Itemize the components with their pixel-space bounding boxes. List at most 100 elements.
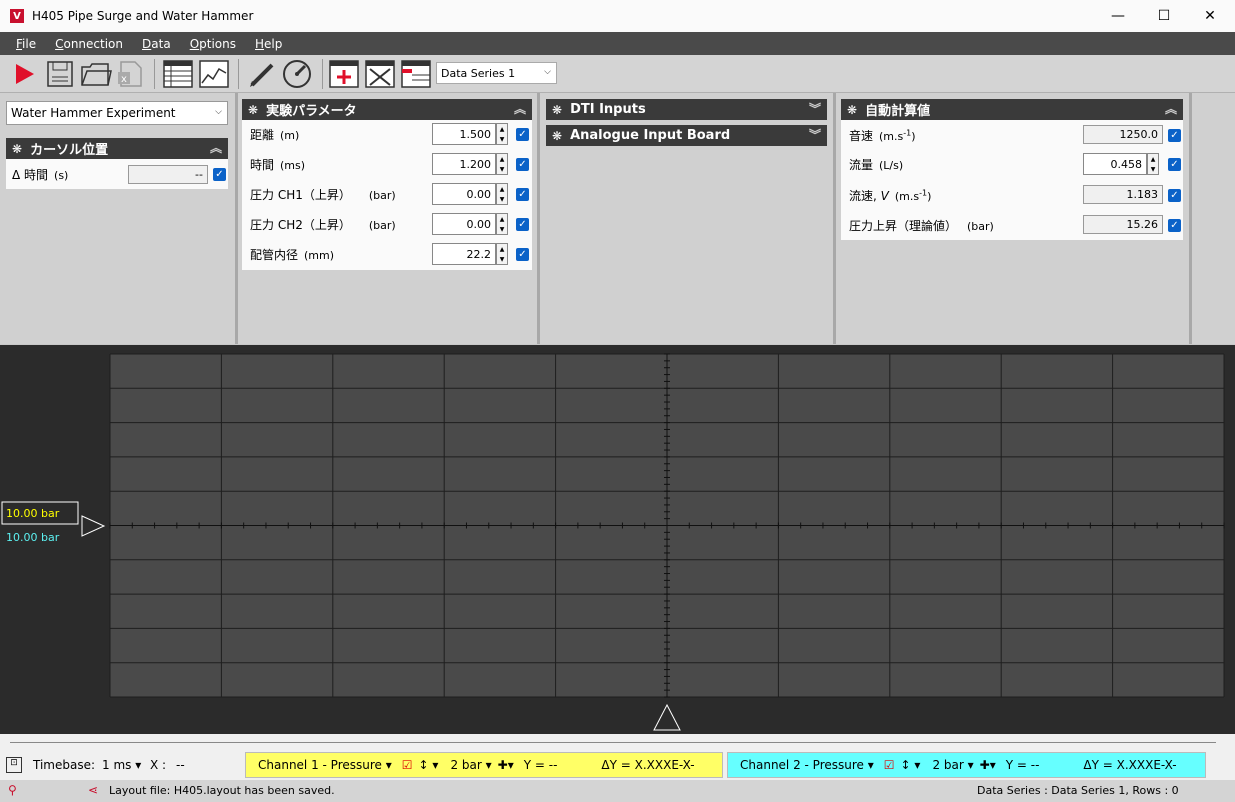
channel-1-dy-value: ΔY = X.XXXE-X- bbox=[601, 758, 695, 772]
flow-rate-checkbox[interactable]: ✓ bbox=[1168, 158, 1181, 171]
param-row-pipe-diameter: 配管内径 (mm) 22.2 ▲ ▼ ✓ bbox=[242, 242, 532, 266]
series-table-icon[interactable] bbox=[400, 58, 432, 90]
channel-1-select[interactable]: Channel 1 - Pressure ▾ bbox=[252, 758, 392, 772]
delta-time-checkbox[interactable]: ✓ bbox=[213, 168, 226, 181]
play-icon[interactable] bbox=[8, 58, 40, 90]
calc-panel-header[interactable]: ❋ 自動計算値 ︽ bbox=[841, 99, 1183, 120]
oscilloscope-plot[interactable]: 10.00 bar 10.00 bar bbox=[0, 345, 1235, 734]
channel-2-select[interactable]: Channel 2 - Pressure ▾ bbox=[734, 758, 874, 772]
right-column bbox=[1192, 93, 1235, 344]
chevron-down-icon: ⌵ bbox=[544, 67, 551, 77]
velocity-checkbox[interactable]: ✓ bbox=[1168, 189, 1181, 202]
data-series-select[interactable]: Data Series 1 ⌵ bbox=[436, 62, 557, 84]
maximize-button[interactable]: ☐ bbox=[1141, 0, 1187, 32]
cursor-panel-body: Δ 時間 (s) -- ✓ bbox=[6, 159, 228, 189]
calc-row-flow-rate: 流量 (L/s) 0.458 ▲ ▼ ✓ bbox=[841, 152, 1183, 176]
app-logo-icon: V bbox=[10, 9, 24, 23]
table-view-icon[interactable] bbox=[162, 58, 194, 90]
close-button[interactable]: ✕ bbox=[1187, 0, 1233, 32]
params-panel-header[interactable]: ❋ 実験パラメータ ︽ bbox=[242, 99, 532, 120]
edit-icon[interactable] bbox=[246, 58, 278, 90]
channel-1-scale-mode-icon[interactable]: ↕ ▾ bbox=[419, 758, 439, 772]
flow-rate-input[interactable]: 0.458 bbox=[1083, 153, 1147, 175]
collapse-icon[interactable]: ︽ bbox=[1165, 100, 1177, 117]
time-checkbox[interactable]: ✓ bbox=[516, 158, 529, 171]
trigger-marker-icon[interactable] bbox=[653, 703, 681, 731]
status-series-info: Data Series : Data Series 1, Rows : 0 bbox=[977, 784, 1179, 797]
pressure-ch2-spinner[interactable]: ▲ ▼ bbox=[496, 213, 508, 235]
svg-text:x: x bbox=[121, 74, 127, 85]
analogue-input-header[interactable]: ❋ Analogue Input Board ︾ bbox=[546, 125, 827, 146]
channel-2-cursor-icon[interactable]: ✚▾ bbox=[980, 758, 996, 772]
channel-1-cursor-icon[interactable]: ✚▾ bbox=[498, 758, 514, 772]
menu-help[interactable]: Help bbox=[255, 37, 282, 51]
expand-icon[interactable]: ︾ bbox=[809, 126, 821, 143]
chevron-down-icon: ⌵ bbox=[215, 107, 222, 117]
pressure-ch1-input[interactable]: 0.00 bbox=[432, 183, 496, 205]
pipe-diameter-checkbox[interactable]: ✓ bbox=[516, 248, 529, 261]
dti-inputs-header[interactable]: ❋ DTI Inputs ︾ bbox=[546, 99, 827, 120]
asterisk-icon: ❋ bbox=[248, 102, 259, 117]
menu-connection[interactable]: Connection bbox=[55, 37, 123, 51]
channel-1-y-value: Y = -- bbox=[523, 758, 558, 772]
calc-row-sound-speed: 音速 (m.s-1) 1250.0 ✓ bbox=[841, 123, 1183, 147]
expand-icon[interactable]: ︾ bbox=[809, 100, 821, 117]
menu-options[interactable]: Options bbox=[190, 37, 236, 51]
y-offset-marker-icon[interactable] bbox=[81, 515, 106, 537]
pipe-diameter-spinner[interactable]: ▲ ▼ bbox=[496, 243, 508, 265]
pressure-ch1-checkbox[interactable]: ✓ bbox=[516, 188, 529, 201]
calc-row-velocity: 流速, V (m.s-1) 1.183 ✓ bbox=[841, 183, 1183, 207]
channel-2-scale-mode-icon[interactable]: ↕ ▾ bbox=[901, 758, 921, 772]
param-row-pressure-ch1: 圧力 CH1（上昇） (bar) 0.00 ▲ ▼ ✓ bbox=[242, 182, 532, 206]
open-folder-icon[interactable] bbox=[80, 58, 112, 90]
delete-series-icon[interactable] bbox=[364, 58, 396, 90]
export-excel-icon[interactable]: x bbox=[114, 58, 146, 90]
pressure-ch2-input[interactable]: 0.00 bbox=[432, 213, 496, 235]
share-icon: ⋖ bbox=[88, 783, 99, 797]
distance-spinner[interactable]: ▲ ▼ bbox=[496, 123, 508, 145]
distance-checkbox[interactable]: ✓ bbox=[516, 128, 529, 141]
time-spinner[interactable]: ▲ ▼ bbox=[496, 153, 508, 175]
experiment-select[interactable]: Water Hammer Experiment ⌵ bbox=[6, 101, 228, 125]
minimize-button[interactable]: — bbox=[1095, 0, 1141, 32]
menu-data[interactable]: Data bbox=[142, 37, 171, 51]
channel-2-bar: Channel 2 - Pressure ▾ ☑ ↕ ▾ 2 bar ▾ ✚▾ … bbox=[727, 752, 1206, 778]
window-title: H405 Pipe Surge and Water Hammer bbox=[32, 9, 254, 23]
chart-view-icon[interactable] bbox=[198, 58, 230, 90]
channel-2-visible-checkbox[interactable]: ☑ bbox=[884, 758, 895, 772]
distance-input[interactable]: 1.500 bbox=[432, 123, 496, 145]
pipe-diameter-input[interactable]: 22.2 bbox=[432, 243, 496, 265]
left-column bbox=[0, 93, 238, 344]
pressure-rise-checkbox[interactable]: ✓ bbox=[1168, 219, 1181, 232]
cursor-panel-header[interactable]: ❋ カーソル位置 ︽ bbox=[6, 138, 228, 159]
pressure-ch1-spinner[interactable]: ▲ ▼ bbox=[496, 183, 508, 205]
status-message: Layout file: H405.layout has been saved. bbox=[109, 784, 335, 797]
sound-speed-checkbox[interactable]: ✓ bbox=[1168, 129, 1181, 142]
collapse-icon[interactable]: ︽ bbox=[514, 100, 526, 117]
layout-toggle-icon[interactable]: ⊡ bbox=[6, 757, 22, 773]
usb-icon: ⚲ bbox=[8, 783, 17, 797]
sound-speed-value: 1250.0 bbox=[1083, 125, 1163, 144]
timebase-label: Timebase: bbox=[33, 758, 96, 772]
flow-rate-spinner[interactable]: ▲ ▼ bbox=[1147, 153, 1159, 175]
channel-2-y-value: Y = -- bbox=[1005, 758, 1040, 772]
channel-1-scale-select[interactable]: 2 bar ▾ bbox=[444, 758, 491, 772]
menu-file[interactable]: File bbox=[16, 37, 36, 51]
save-icon[interactable] bbox=[44, 58, 76, 90]
timebase-select[interactable]: 1 ms ▾ bbox=[102, 758, 141, 772]
channel-2-scale-select[interactable]: 2 bar ▾ bbox=[926, 758, 973, 772]
collapse-icon[interactable]: ︽ bbox=[210, 139, 222, 156]
channel-1-bar: Channel 1 - Pressure ▾ ☑ ↕ ▾ 2 bar ▾ ✚▾ … bbox=[245, 752, 723, 778]
gauge-icon[interactable] bbox=[281, 58, 313, 90]
calc-panel-title: 自動計算値 bbox=[865, 104, 931, 119]
asterisk-icon: ❋ bbox=[12, 141, 23, 156]
param-row-time: 時間 (ms) 1.200 ▲ ▼ ✓ bbox=[242, 152, 532, 176]
cursor-row-delta-time: Δ 時間 (s) -- ✓ bbox=[6, 162, 228, 186]
pressure-ch2-checkbox[interactable]: ✓ bbox=[516, 218, 529, 231]
velocity-value: 1.183 bbox=[1083, 185, 1163, 204]
analogue-input-title: Analogue Input Board bbox=[570, 128, 731, 143]
asterisk-icon: ❋ bbox=[552, 128, 563, 143]
add-series-icon[interactable] bbox=[328, 58, 360, 90]
channel-1-visible-checkbox[interactable]: ☑ bbox=[402, 758, 413, 772]
time-input[interactable]: 1.200 bbox=[432, 153, 496, 175]
